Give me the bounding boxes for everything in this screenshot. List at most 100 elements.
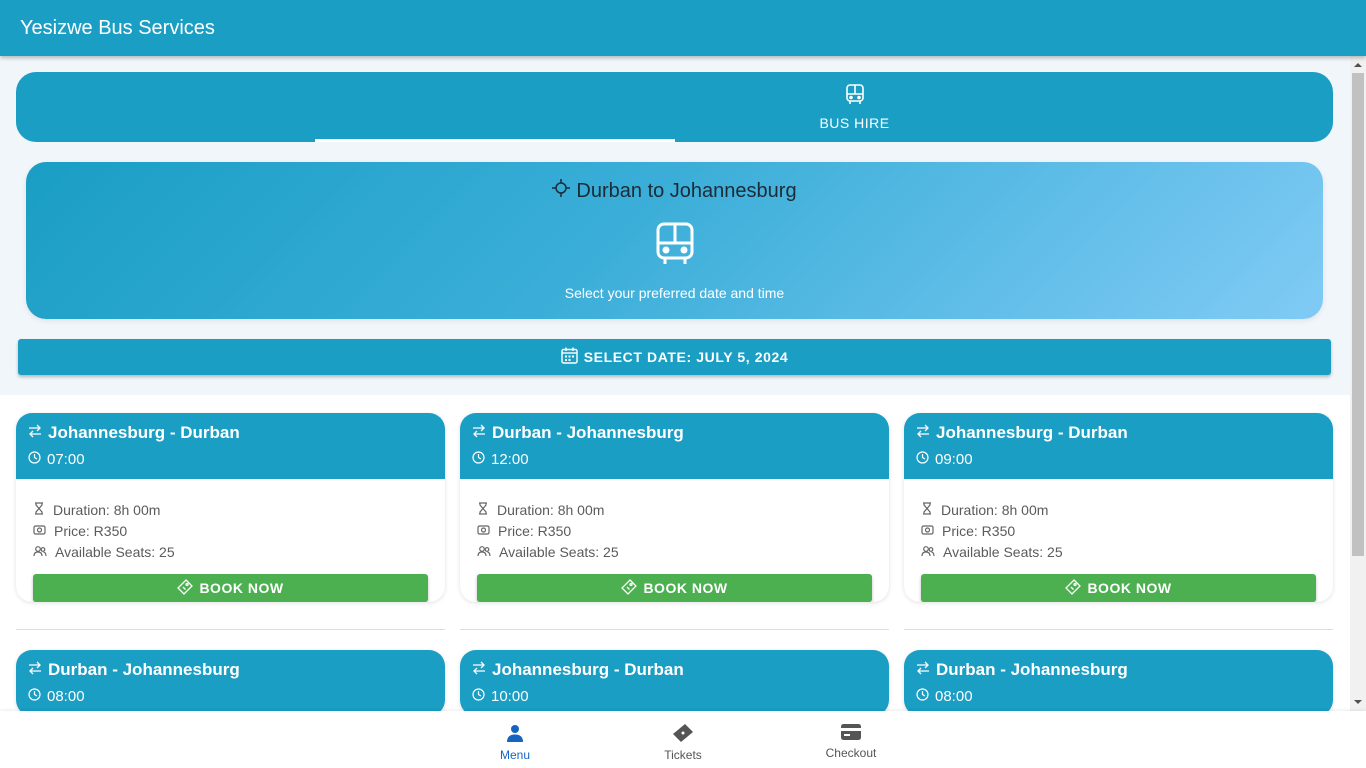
- trip-card: Durban - Johannesburg 08:00: [904, 650, 1333, 711]
- trip-card: Durban - Johannesburg 12:00 Duration: 8h…: [460, 413, 889, 602]
- trip-time: 09:00: [935, 451, 973, 468]
- nav-checkout[interactable]: Checkout: [791, 721, 911, 760]
- bus-icon: [656, 222, 694, 271]
- trip-card-body: Duration: 8h 00m Price: R350 Available S…: [460, 479, 889, 602]
- trip-time: 08:00: [935, 688, 973, 705]
- ticket-icon: [1065, 578, 1087, 598]
- scroll-up-arrow-icon[interactable]: [1350, 58, 1366, 72]
- swap-arrows-icon: [472, 423, 492, 443]
- trip-route: Durban - Johannesburg: [492, 423, 684, 442]
- hero-subtitle: Select your preferred date and time: [564, 285, 785, 301]
- tab-bus-hire[interactable]: BUS HIRE: [675, 72, 1034, 142]
- bus-icon: [845, 83, 865, 111]
- trip-card: Durban - Johannesburg 08:00: [16, 650, 445, 711]
- book-now-button[interactable]: BOOK NOW: [477, 574, 872, 602]
- row-divider: [460, 629, 889, 630]
- book-now-button[interactable]: BOOK NOW: [33, 574, 428, 602]
- person-icon: [506, 724, 524, 745]
- book-now-button[interactable]: BOOK NOW: [921, 574, 1316, 602]
- trip-card-header: Johannesburg - Durban 09:00: [904, 413, 1333, 479]
- trip-seats: Available Seats: 25: [55, 543, 175, 560]
- trip-card: Johannesburg - Durban 07:00 Duration: 8h…: [16, 413, 445, 602]
- people-icon: [33, 544, 55, 560]
- trip-duration: Duration: 8h 00m: [53, 501, 161, 518]
- clock-icon: [28, 688, 47, 705]
- hourglass-icon: [33, 501, 53, 518]
- trip-card-body: Duration: 8h 00m Price: R350 Available S…: [904, 479, 1333, 602]
- scroll-down-arrow-icon[interactable]: [1350, 695, 1366, 709]
- trip-card-header: Durban - Johannesburg 08:00: [16, 650, 445, 711]
- ticket-icon: [621, 578, 643, 598]
- hero-title: Durban to Johannesburg: [576, 180, 797, 202]
- clock-icon: [916, 688, 935, 705]
- scrollbar-thumb[interactable]: [1352, 73, 1364, 556]
- crosshair-icon: [552, 179, 576, 203]
- trip-duration: Duration: 8h 00m: [497, 501, 605, 518]
- row-divider: [904, 629, 1333, 630]
- hero-title-row: Durban to Johannesburg: [26, 179, 1323, 203]
- money-icon: [921, 523, 942, 539]
- trip-grid: Johannesburg - Durban 07:00 Duration: 8h…: [0, 395, 1350, 711]
- ticket-icon: [673, 724, 693, 745]
- clock-icon: [28, 451, 47, 468]
- book-now-label: BOOK NOW: [1087, 580, 1172, 596]
- clock-icon: [916, 451, 935, 468]
- swap-arrows-icon: [916, 423, 936, 443]
- trip-card-header: Durban - Johannesburg 12:00: [460, 413, 889, 479]
- nav-tickets[interactable]: Tickets: [623, 721, 743, 762]
- trip-duration: Duration: 8h 00m: [941, 501, 1049, 518]
- trip-time: 10:00: [491, 688, 529, 705]
- book-now-label: BOOK NOW: [643, 580, 728, 596]
- trip-card-header: Johannesburg - Durban 07:00: [16, 413, 445, 479]
- nav-menu-label: Menu: [499, 748, 531, 762]
- trip-route: Johannesburg - Durban: [48, 423, 240, 442]
- vertical-scrollbar[interactable]: [1350, 56, 1366, 711]
- tab-bus-booking[interactable]: [315, 72, 674, 142]
- app-bar: Yesizwe Bus Services: [0, 0, 1366, 56]
- trip-time: 07:00: [47, 451, 85, 468]
- route-hero-card: Durban to Johannesburg Select your prefe…: [26, 162, 1323, 319]
- nav-checkout-label: Checkout: [825, 746, 877, 760]
- nav-tickets-label: Tickets: [664, 748, 702, 762]
- card-icon: [841, 724, 861, 743]
- trip-route: Johannesburg - Durban: [492, 660, 684, 679]
- people-icon: [477, 544, 499, 560]
- trip-route: Durban - Johannesburg: [936, 660, 1128, 679]
- trip-card: Johannesburg - Durban 09:00 Duration: 8h…: [904, 413, 1333, 602]
- clock-icon: [472, 688, 491, 705]
- trip-route: Durban - Johannesburg: [48, 660, 240, 679]
- trip-price: Price: R350: [54, 522, 128, 539]
- tab-indicator: [315, 139, 675, 142]
- calendar-icon: [561, 347, 584, 367]
- tab-label: BUS HIRE: [819, 114, 890, 131]
- select-date-button[interactable]: SELECT DATE: JULY 5, 2024: [18, 339, 1331, 375]
- swap-arrows-icon: [28, 423, 48, 443]
- hourglass-icon: [921, 501, 941, 518]
- select-date-label: SELECT DATE: JULY 5, 2024: [583, 349, 789, 365]
- app-title: Yesizwe Bus Services: [20, 17, 215, 39]
- book-now-label: BOOK NOW: [199, 580, 284, 596]
- swap-arrows-icon: [28, 660, 48, 680]
- bottom-navigation: Menu Tickets Checkout: [0, 711, 1366, 768]
- trip-price: Price: R350: [942, 522, 1016, 539]
- money-icon: [33, 523, 54, 539]
- trip-card-header: Johannesburg - Durban 10:00: [460, 650, 889, 711]
- nav-menu[interactable]: Menu: [455, 721, 575, 762]
- hourglass-icon: [477, 501, 497, 518]
- people-icon: [921, 544, 943, 560]
- trip-time: 12:00: [491, 451, 529, 468]
- trip-card-header: Durban - Johannesburg 08:00: [904, 650, 1333, 711]
- trip-time: 08:00: [47, 688, 85, 705]
- ticket-icon: [177, 578, 199, 598]
- swap-arrows-icon: [916, 660, 936, 680]
- trip-seats: Available Seats: 25: [499, 543, 619, 560]
- main-content: BUS HIRE Durban to Johannesburg Select y…: [0, 56, 1350, 711]
- trip-seats: Available Seats: 25: [943, 543, 1063, 560]
- trip-price: Price: R350: [498, 522, 572, 539]
- trip-card: Johannesburg - Durban 10:00: [460, 650, 889, 711]
- clock-icon: [472, 451, 491, 468]
- swap-arrows-icon: [472, 660, 492, 680]
- row-divider: [16, 629, 445, 630]
- tab-bar: BUS HIRE: [16, 72, 1333, 142]
- money-icon: [477, 523, 498, 539]
